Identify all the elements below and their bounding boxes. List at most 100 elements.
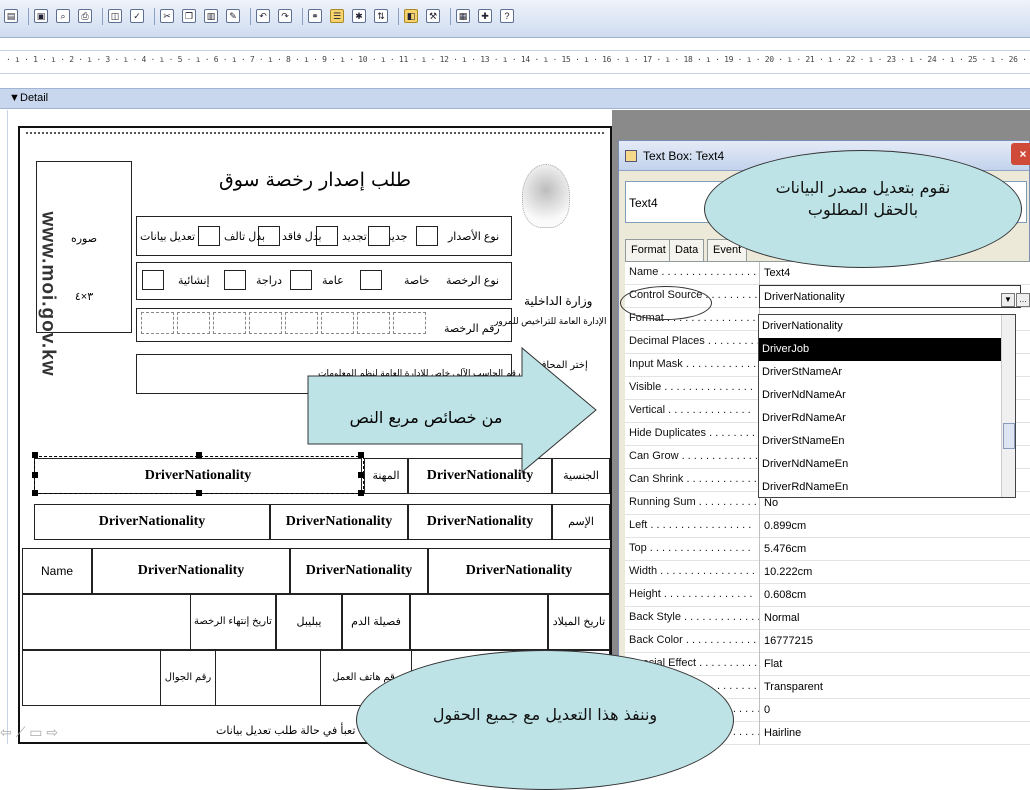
tab-format[interactable]: Format — [625, 239, 672, 261]
license-option-public: عامة — [322, 275, 344, 287]
digit-box[interactable] — [393, 312, 426, 334]
property-value[interactable]: Hairline — [759, 722, 1021, 745]
search-icon[interactable]: ⌕ — [56, 9, 70, 23]
digit-box[interactable] — [321, 312, 354, 334]
database-window-icon[interactable]: ▦ — [456, 9, 470, 23]
license-checkbox-public[interactable] — [290, 270, 312, 290]
redo-icon[interactable]: ↷ — [278, 9, 292, 23]
resize-handle[interactable] — [32, 472, 38, 478]
dropdown-scrollbar[interactable] — [1001, 315, 1015, 497]
issue-checkbox-modify[interactable] — [198, 226, 220, 246]
property-value[interactable]: DriverNationality — [759, 285, 1021, 308]
preview-icon[interactable]: ◫ — [108, 9, 122, 23]
digit-box[interactable] — [285, 312, 318, 334]
blood-type-value[interactable]: يبليبل — [276, 594, 342, 650]
dropdown-option[interactable]: DriverNationality — [759, 315, 1001, 338]
property-value[interactable]: 10.222cm — [759, 561, 1021, 584]
name-ar-2-textbox[interactable]: DriverNationality — [270, 504, 408, 540]
property-row[interactable]: Back Style . . . . . . . . . . . . . Norm… — [625, 607, 1030, 630]
name-en-1-textbox[interactable]: DriverNationality — [428, 548, 610, 594]
toolbox-icon[interactable]: ✱ — [352, 9, 366, 23]
paste-icon[interactable]: ▥ — [204, 9, 218, 23]
issue-checkbox-new[interactable] — [416, 226, 438, 246]
birth-date-field[interactable] — [410, 594, 548, 650]
resize-handle[interactable] — [32, 490, 38, 496]
sorting-icon[interactable]: ⇅ — [374, 9, 388, 23]
digit-box[interactable] — [141, 312, 174, 334]
property-name: Left . . . . . . . . . . . . . . . . . — [629, 519, 752, 531]
save-icon[interactable]: ▣ — [34, 9, 48, 23]
property-row[interactable]: Left . . . . . . . . . . . . . . . . . 0.… — [625, 515, 1030, 538]
resize-handle[interactable] — [196, 490, 202, 496]
license-option-bike: دراجة — [256, 275, 282, 287]
property-value[interactable]: Normal — [759, 607, 1021, 630]
detail-section-bar[interactable]: ▼ Detail — [0, 88, 1030, 109]
license-checkbox-construction[interactable] — [142, 270, 164, 290]
property-name: Can Shrink . . . . . . . . . . . . — [629, 473, 757, 485]
property-value[interactable]: 16777215 — [759, 630, 1021, 653]
name-ar-1-textbox[interactable]: DriverNationality — [408, 504, 552, 540]
report-icon[interactable]: ▤ — [4, 9, 18, 23]
toolbar-separator — [154, 8, 155, 25]
dropdown-option[interactable]: DriverNdNameAr — [759, 384, 1001, 407]
tab-data[interactable]: Data — [669, 239, 705, 261]
dropdown-option[interactable]: DriverStNameEn — [759, 430, 1001, 453]
close-icon[interactable]: × — [1011, 143, 1030, 165]
format-painter-icon[interactable]: ✎ — [226, 9, 240, 23]
copy-icon[interactable]: ❐ — [182, 9, 196, 23]
property-name: Decimal Places . . . . . . . . . — [629, 335, 759, 347]
dropdown-option[interactable]: DriverStNameAr — [759, 361, 1001, 384]
dropdown-option[interactable]: DriverRdNameAr — [759, 407, 1001, 430]
property-value[interactable]: 0 — [759, 699, 1021, 722]
name-en-2-textbox[interactable]: DriverNationality — [290, 548, 428, 594]
property-row[interactable]: Top . . . . . . . . . . . . . . . . . 5.4… — [625, 538, 1030, 561]
form-top-border — [26, 132, 604, 134]
property-name: Name . . . . . . . . . . . . . . . . — [629, 266, 757, 278]
dropdown-option[interactable]: DriverRdNameEn — [759, 476, 1001, 499]
insert-hyperlink-icon[interactable]: ⚭ — [308, 9, 322, 23]
field-list-icon[interactable]: ☰ — [330, 9, 344, 23]
help-icon[interactable]: ? — [500, 9, 514, 23]
property-row[interactable]: Height . . . . . . . . . . . . . . . 0.60… — [625, 584, 1030, 607]
license-number-label: رقم الرخصة — [444, 323, 500, 335]
print-icon[interactable]: ⎙ — [78, 9, 92, 23]
form-title[interactable]: طلب إصدار رخصة سوق — [215, 169, 415, 191]
resize-handle[interactable] — [196, 452, 202, 458]
build-icon[interactable]: ⚒ — [426, 9, 440, 23]
digit-box[interactable] — [249, 312, 282, 334]
name-ar-label: الإسم — [552, 504, 610, 540]
property-value[interactable]: 0.899cm — [759, 515, 1021, 538]
digit-box[interactable] — [177, 312, 210, 334]
property-name: Top . . . . . . . . . . . . . . . . . — [629, 542, 751, 554]
dropdown-option[interactable]: DriverJob — [759, 338, 1001, 361]
property-name: Vertical . . . . . . . . . . . . . . — [629, 404, 751, 416]
property-value[interactable]: Flat — [759, 653, 1021, 676]
cut-icon[interactable]: ✂ — [160, 9, 174, 23]
dropdown-arrow-icon[interactable]: ▼ — [1001, 293, 1015, 307]
name-ar-3-textbox[interactable]: DriverNationality — [34, 504, 270, 540]
digit-box[interactable] — [213, 312, 246, 334]
name-en-3-textbox[interactable]: DriverNationality — [92, 548, 290, 594]
scrollbar-thumb[interactable] — [1003, 423, 1015, 449]
spelling-icon[interactable]: ✓ — [130, 9, 144, 23]
license-checkbox-private[interactable] — [360, 270, 382, 290]
footer-note: تعبأ في حالة طلب تعديل بيانات — [216, 725, 356, 737]
property-value[interactable]: 5.476cm — [759, 538, 1021, 561]
issue-option-modify: تعديل بيانات — [140, 231, 196, 243]
undo-icon[interactable]: ↶ — [256, 9, 270, 23]
dropdown-option[interactable]: DriverNdNameEn — [759, 453, 1001, 476]
mobile-label: رقم الجوال — [160, 650, 216, 706]
resize-handle[interactable] — [32, 452, 38, 458]
license-checkbox-bike[interactable] — [224, 270, 246, 290]
new-object-icon[interactable]: ✚ — [478, 9, 492, 23]
digit-box[interactable] — [357, 312, 390, 334]
properties-icon[interactable]: ◧ — [404, 9, 418, 23]
builder-ellipsis-icon[interactable]: … — [1016, 293, 1030, 307]
property-row[interactable]: Width . . . . . . . . . . . . . . . . 10.… — [625, 561, 1030, 584]
issue-checkbox-renew[interactable] — [368, 226, 390, 246]
property-value[interactable]: Transparent — [759, 676, 1021, 699]
property-row[interactable]: Back Color . . . . . . . . . . . . . 1677… — [625, 630, 1030, 653]
property-value[interactable]: 0.608cm — [759, 584, 1021, 607]
issue-type-label: نوع الأصدار — [448, 231, 500, 243]
toolbar-separator — [302, 8, 303, 25]
